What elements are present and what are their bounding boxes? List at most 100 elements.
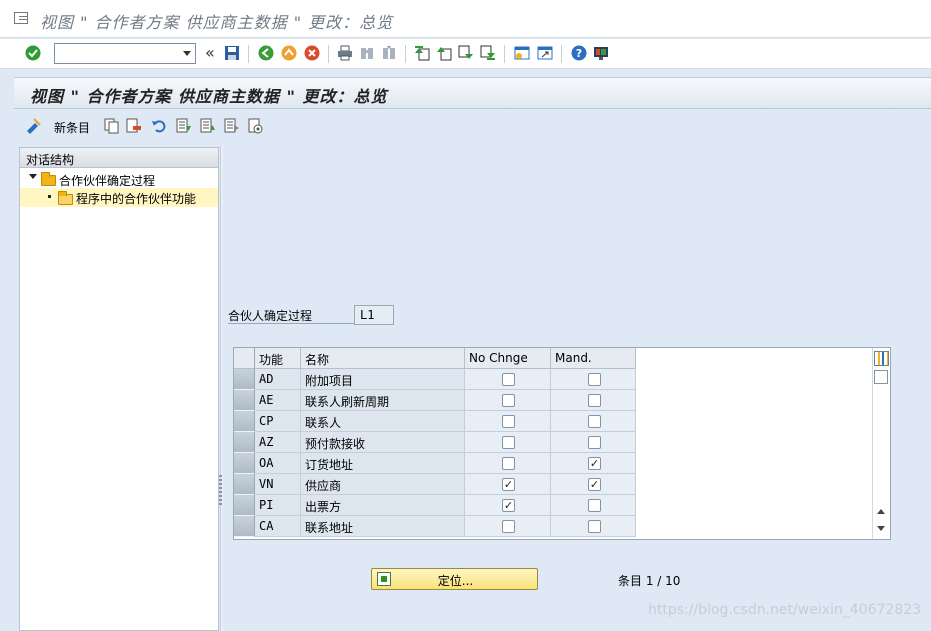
expand-arrow-icon[interactable] (29, 174, 37, 179)
row-selector[interactable] (234, 369, 255, 390)
cancel-icon[interactable] (304, 45, 320, 61)
back-icon[interactable] (258, 45, 274, 61)
panel-splitter[interactable] (220, 145, 223, 631)
layout-icon[interactable] (593, 45, 609, 61)
scroll-down-icon[interactable] (877, 526, 885, 531)
scroll-up-icon[interactable] (877, 509, 885, 514)
function-code-cell: OA (255, 453, 301, 474)
no-change-checkbox[interactable] (502, 436, 515, 449)
mandatory-checkbox[interactable] (588, 436, 601, 449)
last-page-icon[interactable] (480, 45, 496, 61)
table-header-row: 功能 名称 No Chnge Mand. (234, 348, 636, 369)
mandatory-cell (551, 369, 636, 390)
change-display-icon[interactable] (25, 118, 41, 134)
scrollbar-thumb[interactable] (874, 370, 888, 384)
first-page-icon[interactable] (414, 45, 430, 61)
mandatory-cell (551, 516, 636, 537)
function-name-cell: 订货地址 (301, 453, 465, 474)
procedure-field: L1 (354, 305, 394, 325)
next-page-icon[interactable] (458, 45, 474, 61)
mandatory-checkbox[interactable]: ✓ (588, 457, 601, 470)
undo-icon[interactable] (151, 118, 167, 134)
column-header-name[interactable]: 名称 (301, 348, 465, 369)
function-name-cell: 出票方 (301, 495, 465, 516)
mandatory-cell (551, 411, 636, 432)
no-change-checkbox[interactable]: ✓ (502, 478, 515, 491)
no-change-cell (465, 369, 551, 390)
print-icon[interactable] (337, 45, 353, 61)
table-row: CP 联系人 (234, 411, 636, 432)
table-row: CA 联系地址 (234, 516, 636, 537)
new-entries-button[interactable]: 新条目 (54, 119, 90, 136)
no-change-cell (465, 453, 551, 474)
mandatory-checkbox[interactable] (588, 373, 601, 386)
copy-as-icon[interactable] (104, 118, 120, 134)
window-menu-icon[interactable] (14, 12, 28, 24)
next-entry-icon[interactable] (200, 118, 216, 134)
previous-entry-icon[interactable] (176, 118, 192, 134)
row-selector[interactable] (234, 495, 255, 516)
no-change-checkbox[interactable] (502, 520, 515, 533)
row-selector[interactable] (234, 411, 255, 432)
mandatory-cell: ✓ (551, 453, 636, 474)
exit-icon[interactable] (281, 45, 297, 61)
function-name-cell: 附加项目 (301, 369, 465, 390)
transport-icon[interactable] (248, 118, 264, 134)
function-code-cell: AD (255, 369, 301, 390)
mandatory-checkbox[interactable] (588, 415, 601, 428)
save-icon[interactable] (224, 45, 240, 61)
row-selector[interactable] (234, 453, 255, 474)
help-icon[interactable]: ? (571, 45, 587, 61)
splitter-grip-icon[interactable] (219, 475, 222, 505)
table-vertical-scrollbar[interactable] (872, 348, 890, 539)
tree-node-partner-determination[interactable]: 合作伙伴确定过程 (20, 170, 218, 188)
mandatory-checkbox[interactable]: ✓ (588, 478, 601, 491)
position-button[interactable]: 定位... (371, 568, 538, 590)
no-change-checkbox[interactable] (502, 394, 515, 407)
collapse-arrows-icon[interactable]: « (205, 43, 215, 62)
no-change-checkbox[interactable] (502, 415, 515, 428)
column-header-function[interactable]: 功能 (255, 348, 301, 369)
label-underline (228, 323, 354, 324)
mandatory-checkbox[interactable] (588, 499, 601, 512)
open-folder-icon (58, 191, 73, 205)
row-selector[interactable] (234, 390, 255, 411)
table-row: AE 联系人刷新周期 (234, 390, 636, 411)
row-selector[interactable] (234, 432, 255, 453)
entry-count: 条目 1 / 10 (618, 574, 681, 588)
mandatory-cell (551, 390, 636, 411)
row-selector[interactable] (234, 474, 255, 495)
command-field[interactable] (54, 43, 196, 64)
dialog-structure-panel: 对话结构 合作伙伴确定过程 程序中的合作伙伴功能 (19, 147, 219, 631)
bullet-icon (48, 195, 51, 198)
previous-page-icon[interactable] (436, 45, 452, 61)
function-code-cell: AE (255, 390, 301, 411)
row-selector[interactable] (234, 516, 255, 537)
column-header-mandatory[interactable]: Mand. (551, 348, 636, 369)
mandatory-checkbox[interactable] (588, 394, 601, 407)
mandatory-checkbox[interactable] (588, 520, 601, 533)
no-change-checkbox[interactable]: ✓ (502, 499, 515, 512)
procedure-label: 合伙人确定过程 (228, 309, 313, 323)
screen-title: 视图 " 合作者方案 供应商主数据 " 更改：总览 (30, 87, 388, 106)
no-change-checkbox[interactable] (502, 457, 515, 470)
shortcut-icon[interactable] (537, 45, 553, 61)
delete-icon[interactable] (126, 118, 142, 134)
tree-node-label: 合作伙伴确定过程 (59, 174, 156, 188)
chevron-down-icon[interactable] (183, 51, 191, 56)
select-all-rows-button[interactable] (234, 348, 255, 369)
function-code-cell: CA (255, 516, 301, 537)
select-all-icon[interactable] (224, 118, 240, 134)
no-change-checkbox[interactable] (502, 373, 515, 386)
table-row: AZ 预付款接收 (234, 432, 636, 453)
find-next-icon (383, 46, 395, 59)
enter-icon[interactable] (25, 45, 41, 61)
function-code-cell: AZ (255, 432, 301, 453)
column-header-no-change[interactable]: No Chnge (465, 348, 551, 369)
function-name-cell: 联系人 (301, 411, 465, 432)
tree-node-partner-functions[interactable]: 程序中的合作伙伴功能 (20, 188, 218, 207)
table-settings-icon[interactable] (874, 351, 889, 366)
table-row: PI 出票方 ✓ (234, 495, 636, 516)
create-session-icon[interactable] (514, 45, 530, 61)
application-toolbar: 新条目 (14, 110, 931, 142)
